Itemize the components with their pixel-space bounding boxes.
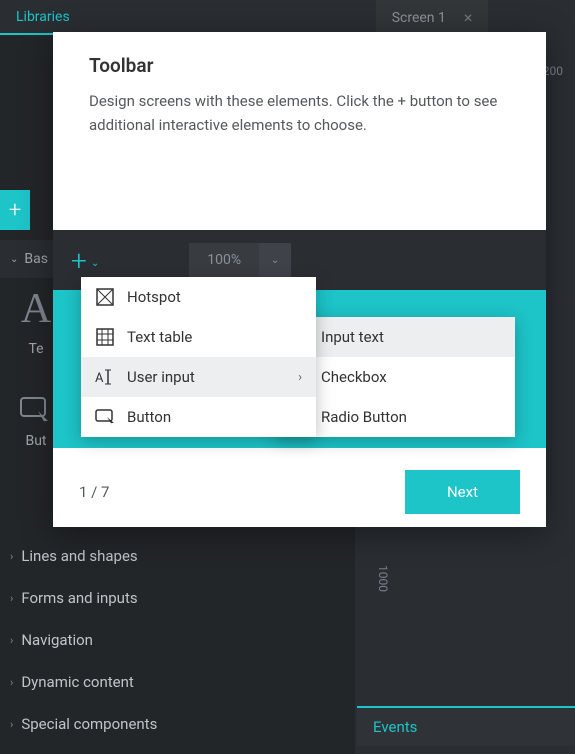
widget-button-label: But: [25, 433, 46, 449]
widget-text[interactable]: A Te: [20, 285, 52, 357]
add-widget-button[interactable]: +: [0, 190, 30, 230]
chevron-right-icon: ›: [10, 634, 13, 647]
top-tabs: Libraries Screen 1 ×: [0, 0, 575, 35]
menu-item-button[interactable]: Button: [81, 397, 316, 437]
onboarding-modal: Toolbar Design screens with these elemen…: [53, 32, 546, 527]
section-label: Forms and inputs: [21, 589, 137, 607]
basic-label: Bas: [24, 251, 48, 267]
menu-label: User input: [127, 368, 195, 386]
chevron-down-icon: ⌄: [91, 258, 99, 269]
plus-icon: +: [9, 198, 21, 223]
modal-description: Design screens with these elements. Clic…: [89, 89, 510, 137]
zoom-value: 100%: [207, 252, 241, 268]
table-icon: [95, 327, 115, 347]
add-element-menu: Hotspot Text table A User input › Button: [81, 277, 316, 437]
zoom-level[interactable]: 100%: [189, 243, 259, 277]
ruler-side-mark: 1000: [376, 565, 390, 592]
close-icon[interactable]: ×: [464, 8, 473, 27]
menu-label: Hotspot: [127, 288, 181, 306]
chevron-right-icon: ›: [10, 550, 13, 563]
tab-libraries-label: Libraries: [16, 9, 70, 25]
chevron-right-icon: ›: [10, 718, 13, 731]
modal-header: Toolbar Design screens with these elemen…: [53, 32, 546, 149]
section-forms-inputs[interactable]: › Forms and inputs: [0, 577, 355, 619]
modal-footer: 1 / 7 Next: [53, 457, 546, 527]
add-element-button[interactable]: + ⌄: [71, 244, 99, 277]
events-label: Events: [373, 718, 417, 736]
section-label: Special components: [21, 715, 157, 733]
section-label: Dynamic content: [21, 673, 134, 691]
menu-item-user-input[interactable]: A User input ›: [81, 357, 316, 397]
tab-screen-label: Screen 1: [392, 10, 446, 26]
submenu-label: Input text: [321, 328, 384, 346]
menu-label: Button: [127, 408, 171, 426]
section-special-components[interactable]: › Special components: [0, 703, 355, 745]
widget-text-label: Te: [28, 341, 43, 357]
chevron-down-icon: ⌄: [271, 255, 279, 266]
section-dynamic-content[interactable]: › Dynamic content: [0, 661, 355, 703]
widget-grid: A Te But: [20, 285, 52, 449]
submenu-label: Radio Button: [321, 408, 407, 426]
widget-button[interactable]: But: [20, 397, 52, 449]
chevron-right-icon: ›: [298, 370, 302, 385]
plus-icon: +: [71, 244, 87, 277]
input-icon: A: [95, 367, 115, 387]
button-icon: [95, 407, 115, 427]
chevron-down-icon: ⌄: [10, 254, 18, 265]
section-navigation[interactable]: › Navigation: [0, 619, 355, 661]
next-button[interactable]: Next: [405, 470, 520, 514]
menu-item-hotspot[interactable]: Hotspot: [81, 277, 316, 317]
chevron-right-icon: ›: [10, 676, 13, 689]
chevron-right-icon: ›: [10, 592, 13, 605]
tab-screen[interactable]: Screen 1 ×: [376, 0, 489, 35]
section-list: › Lines and shapes › Forms and inputs › Nav…: [0, 535, 355, 745]
next-label: Next: [447, 483, 478, 501]
modal-title: Toolbar: [89, 54, 510, 77]
tab-libraries[interactable]: Libraries: [0, 0, 86, 35]
hotspot-icon: [95, 287, 115, 307]
submenu-label: Checkbox: [321, 368, 387, 386]
section-label: Navigation: [21, 631, 93, 649]
svg-text:A: A: [95, 371, 104, 385]
text-widget-icon: A: [21, 285, 51, 333]
section-lines-shapes[interactable]: › Lines and shapes: [0, 535, 355, 577]
zoom-dropdown[interactable]: ⌄: [259, 243, 291, 277]
button-widget-icon: [20, 397, 52, 425]
menu-label: Text table: [127, 328, 192, 346]
section-label: Lines and shapes: [21, 547, 137, 565]
step-indicator: 1 / 7: [79, 483, 110, 501]
tab-events[interactable]: Events: [357, 706, 575, 746]
menu-item-text-table[interactable]: Text table: [81, 317, 316, 357]
